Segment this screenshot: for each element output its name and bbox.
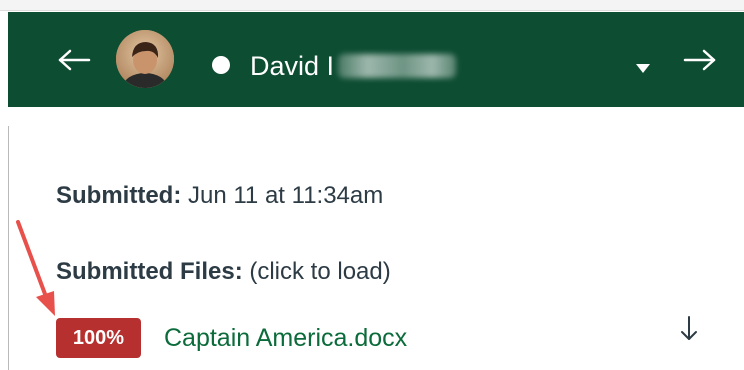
download-file-button[interactable] (672, 310, 706, 350)
submitted-files-hint: (click to load) (249, 258, 391, 285)
redacted-name-blur (338, 54, 457, 78)
speedgrader-page: David I Submitted: Jun 11 at 11:34am Sub… (0, 0, 744, 370)
panel-divider (8, 126, 9, 370)
next-student-button[interactable] (680, 40, 720, 80)
avatar-photo-icon (116, 30, 174, 88)
download-arrow-icon (681, 316, 697, 340)
submitted-files-row: Submitted Files: (click to load) (56, 257, 391, 287)
submitted-files-label: Submitted Files: (56, 258, 243, 285)
student-name-text: David I (250, 51, 335, 81)
student-avatar[interactable] (116, 30, 174, 88)
arrow-left-icon (58, 49, 91, 71)
student-navigation-header: David I (8, 12, 744, 107)
submitted-label: Submitted: (56, 182, 182, 209)
student-name[interactable]: David I (250, 50, 457, 82)
submitted-value: Jun 11 at 11:34am (188, 182, 384, 209)
top-border (0, 0, 744, 11)
status-dot-icon (212, 56, 230, 74)
arrow-right-icon (683, 49, 716, 71)
submitted-file-link[interactable]: Captain America.docx (164, 322, 407, 354)
previous-student-button[interactable] (54, 40, 94, 80)
submitted-date-row: Submitted: Jun 11 at 11:34am (56, 181, 383, 211)
caret-down-icon[interactable] (636, 64, 650, 73)
originality-score-badge[interactable]: 100% (56, 318, 141, 358)
